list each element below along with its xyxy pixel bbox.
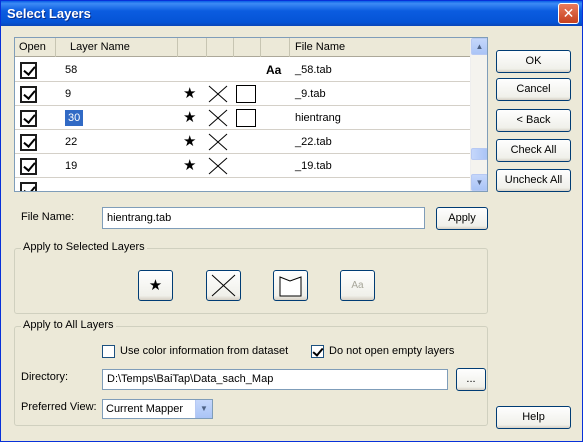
file-name-cell[interactable]: _19.tab <box>295 154 332 178</box>
directory-input[interactable]: D:\Temps\BaiTap\Data_sach_Map <box>102 369 448 390</box>
x-line-icon[interactable] <box>208 157 228 175</box>
text-aa-icon[interactable]: Aa <box>266 58 281 82</box>
region-style-button[interactable] <box>273 270 308 301</box>
apply-button[interactable]: Apply <box>436 207 488 230</box>
close-button[interactable]: ✕ <box>558 3 579 24</box>
directory-label: Directory: <box>21 371 69 383</box>
browse-button[interactable]: ... <box>456 368 486 391</box>
star-icon[interactable]: ★ <box>183 106 196 130</box>
apply-selected-group: Apply to Selected Layers <box>14 241 488 314</box>
title-bar: Select Layers ✕ <box>1 1 582 26</box>
file-name-cell[interactable]: hientrang <box>295 106 341 130</box>
use-color-label: Use color information from dataset <box>120 345 289 357</box>
scroll-down-icon[interactable]: ▼ <box>471 174 487 191</box>
check-all-button[interactable]: Check All <box>496 139 571 162</box>
open-checkbox[interactable] <box>20 134 37 151</box>
preferred-view-select[interactable]: Current Mapper ▼ <box>102 399 213 419</box>
preferred-view-label: Preferred View: <box>21 401 97 413</box>
no-empty-layers-label: Do not open empty layers <box>329 345 455 357</box>
file-name-cell[interactable]: _22.tab <box>295 130 332 154</box>
file-name-cell[interactable]: _58.tab <box>295 58 332 82</box>
open-checkbox[interactable] <box>20 182 37 191</box>
column-header-layer-name[interactable]: Layer Name <box>56 38 178 57</box>
x-line-icon[interactable] <box>208 133 228 151</box>
column-header-line[interactable] <box>207 38 234 57</box>
table-row[interactable]: 30 ★ hientrang <box>15 106 471 130</box>
table-row[interactable]: 9 ★ _9.tab <box>15 82 471 106</box>
table-row[interactable]: 58 Aa _58.tab <box>15 58 471 82</box>
apply-selected-title: Apply to Selected Layers <box>21 241 147 253</box>
select-layers-dialog: Select Layers ✕ Open Layer Name File Nam… <box>0 0 583 442</box>
layer-name-cell[interactable]: 22 <box>65 130 177 154</box>
grid-header: Open Layer Name File Name <box>15 38 471 57</box>
layers-grid[interactable]: Open Layer Name File Name 58 Aa _58.tab 9 ★ _… <box>14 37 488 192</box>
region-box-icon[interactable] <box>236 85 256 103</box>
column-header-symbol[interactable] <box>178 38 207 57</box>
file-name-label: File Name: <box>21 211 75 223</box>
window-title: Select Layers <box>7 6 91 21</box>
label-style-button[interactable]: Aa <box>340 270 375 301</box>
table-row-partial <box>15 178 471 191</box>
layer-name-cell[interactable]: 58 <box>65 58 177 82</box>
use-color-checkbox[interactable] <box>102 345 115 358</box>
help-button[interactable]: Help <box>496 406 571 429</box>
layer-name-cell[interactable]: 9 <box>65 82 177 106</box>
column-header-file-name[interactable]: File Name <box>290 38 471 57</box>
table-row[interactable]: 22 ★ _22.tab <box>15 130 471 154</box>
ok-button[interactable]: OK <box>496 50 571 73</box>
apply-all-title: Apply to All Layers <box>21 319 116 331</box>
no-empty-layers-checkbox[interactable] <box>311 345 324 358</box>
file-name-input[interactable]: hientrang.tab <box>102 207 425 229</box>
preferred-view-value: Current Mapper <box>106 403 184 415</box>
layer-name-cell[interactable]: 19 <box>65 154 177 178</box>
open-checkbox[interactable] <box>20 86 37 103</box>
star-icon: ★ <box>148 277 163 294</box>
line-style-button[interactable] <box>206 270 241 301</box>
star-icon[interactable]: ★ <box>183 82 196 106</box>
symbol-style-button[interactable]: ★ <box>138 270 173 301</box>
grid-vertical-scrollbar[interactable]: ▲ ▼ <box>470 38 487 191</box>
star-icon[interactable]: ★ <box>183 154 196 178</box>
x-line-icon <box>211 274 236 297</box>
open-checkbox[interactable] <box>20 158 37 175</box>
region-box-icon[interactable] <box>236 109 256 127</box>
cancel-button[interactable]: Cancel <box>496 78 571 101</box>
region-icon <box>279 276 302 297</box>
x-line-icon[interactable] <box>208 109 228 127</box>
uncheck-all-button[interactable]: Uncheck All <box>496 169 571 192</box>
star-icon[interactable]: ★ <box>183 130 196 154</box>
chevron-down-icon[interactable]: ▼ <box>195 400 212 418</box>
column-header-open[interactable]: Open <box>15 38 56 57</box>
text-aa-icon: Aa <box>351 280 364 291</box>
scroll-up-icon[interactable]: ▲ <box>471 38 487 55</box>
file-name-cell[interactable]: _9.tab <box>295 82 326 106</box>
table-row[interactable]: 19 ★ _19.tab <box>15 154 471 178</box>
column-header-label[interactable] <box>261 38 290 57</box>
open-checkbox[interactable] <box>20 110 37 127</box>
layer-name-cell[interactable]: 30 <box>65 106 177 130</box>
open-checkbox[interactable] <box>20 62 37 79</box>
scroll-thumb[interactable] <box>471 148 487 160</box>
back-button[interactable]: < Back <box>496 109 571 132</box>
x-line-icon[interactable] <box>208 85 228 103</box>
column-header-region[interactable] <box>234 38 261 57</box>
